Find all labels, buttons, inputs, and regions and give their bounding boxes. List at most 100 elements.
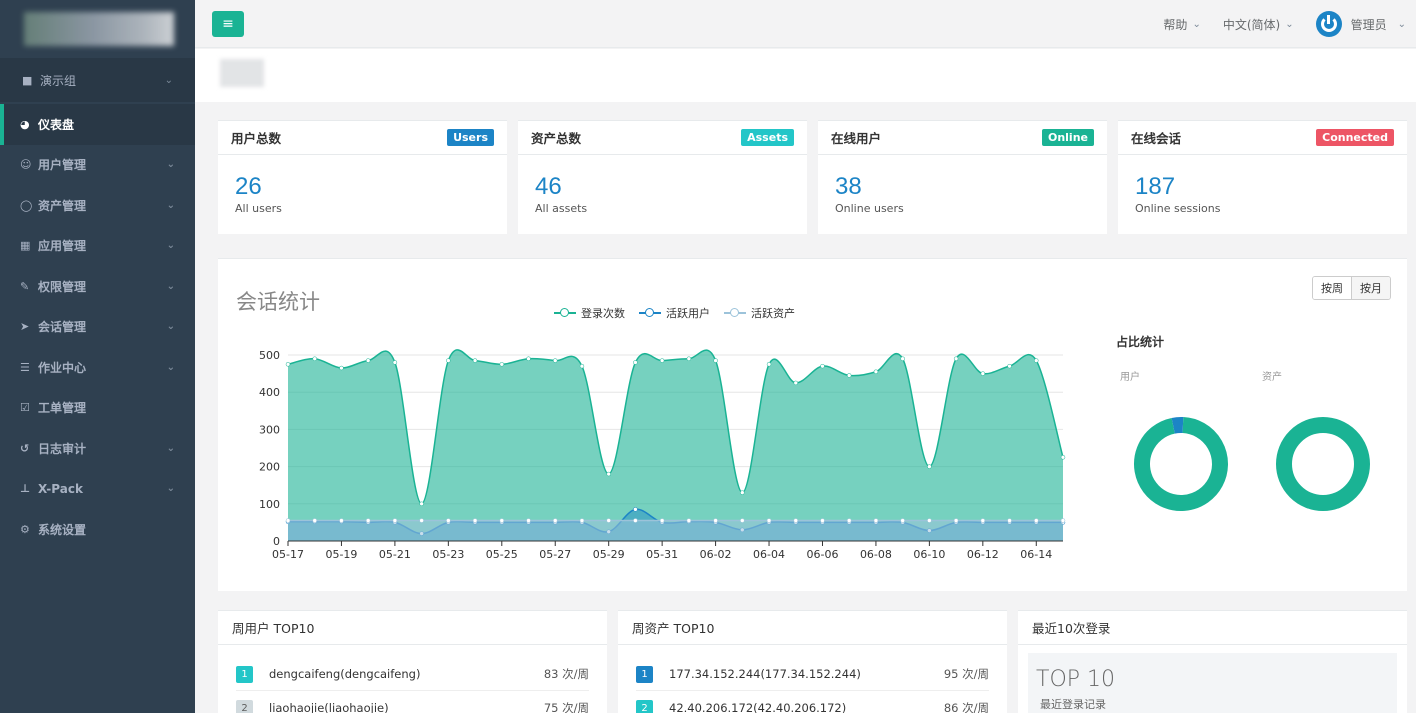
- data-point: [285, 362, 291, 367]
- data-point: [1007, 363, 1012, 369]
- sidebar-item-jobs[interactable]: ☰ 作业中心 ⌄: [0, 347, 195, 388]
- data-point: [633, 507, 638, 512]
- x-tick-label: 06-02: [700, 548, 732, 561]
- x-tick-label: 06-12: [967, 548, 999, 561]
- status-badge: Connected: [1316, 129, 1394, 146]
- sidebar-item-users[interactable]: ☺ 用户管理 ⌄: [0, 145, 195, 186]
- data-point: [873, 369, 879, 374]
- data-point: [846, 373, 852, 378]
- data-point: [713, 358, 718, 363]
- chevron-down-icon: ⌄: [166, 321, 175, 333]
- help-dropdown[interactable]: 帮助 ⌄: [1163, 16, 1200, 33]
- data-point: [659, 358, 665, 363]
- list-item[interactable]: 1 177.34.152.244(177.34.152.244) 95 次/周: [636, 658, 989, 691]
- chevron-down-icon: ⌄: [166, 240, 175, 252]
- stat-title: 在线会话: [1131, 131, 1182, 146]
- menu-toggle-button[interactable]: ≡: [212, 11, 244, 37]
- chevron-down-icon: ⌄: [166, 159, 175, 171]
- sidebar-item-applications[interactable]: ▦ 应用管理 ⌄: [0, 226, 195, 267]
- topbar: ≡ 帮助 ⌄ 中文(简体) ⌄ 管理员 ⌄: [195, 0, 1416, 48]
- item-count: 75 次/周: [543, 701, 589, 713]
- sidebar-item-dashboard[interactable]: ◕ 仪表盘: [0, 104, 195, 145]
- status-badge: Users: [447, 129, 494, 146]
- chevron-down-icon: ⌄: [1285, 18, 1294, 30]
- username-label: 管理员: [1350, 17, 1387, 32]
- data-point: [633, 518, 638, 523]
- sitemap-icon: ⊥: [20, 482, 31, 496]
- data-point: [606, 471, 611, 477]
- data-point: [365, 358, 371, 363]
- x-tick-label: 05-31: [646, 548, 678, 561]
- data-point: [526, 518, 531, 523]
- grid-icon: ▦: [20, 239, 31, 253]
- data-point: [606, 518, 611, 523]
- stat-card-online-sessions: 在线会话 Connected 187 Online sessions: [1118, 120, 1407, 234]
- rocket-icon: ➤: [20, 320, 30, 334]
- x-tick-label: 05-25: [486, 548, 518, 561]
- series-logins-area: [288, 349, 1063, 541]
- sidebar-item-sessions[interactable]: ➤ 会话管理 ⌄: [0, 307, 195, 348]
- data-point: [1034, 358, 1039, 363]
- sidebar-group-label: 演示组: [40, 73, 77, 88]
- rank-badge: 1: [636, 665, 653, 683]
- data-point: [820, 363, 825, 369]
- toggle-week-button[interactable]: 按周: [1313, 277, 1351, 299]
- check-square-icon: ☑: [20, 401, 30, 415]
- stat-subtitle: All users: [235, 202, 282, 215]
- list-item[interactable]: 2 42.40.206.172(42.40.206.172) 86 次/周: [636, 692, 989, 713]
- x-tick-label: 05-19: [325, 548, 357, 561]
- y-tick-label: 0: [273, 535, 280, 548]
- item-count: 83 次/周: [543, 667, 589, 681]
- list-item[interactable]: 2 liaohaojie(liaohaojie) 75 次/周: [236, 692, 589, 713]
- x-tick-label: 05-17: [272, 548, 304, 561]
- data-point: [312, 356, 317, 361]
- data-point: [900, 518, 905, 523]
- x-tick-label: 06-08: [860, 548, 892, 561]
- sidebar-item-label: 会话管理: [38, 320, 87, 335]
- stat-value: 187: [1135, 173, 1176, 200]
- user-dropdown[interactable]: 管理员 ⌄: [1315, 11, 1406, 37]
- stat-title: 在线用户: [831, 131, 882, 146]
- card-title: 最近10次登录: [1018, 611, 1407, 645]
- chevron-down-icon: ⌄: [166, 361, 175, 373]
- avatar-power-icon: [1315, 11, 1342, 37]
- x-tick-label: 05-27: [539, 548, 571, 561]
- stat-value: 38: [835, 173, 862, 200]
- card-title: 周用户 TOP10: [218, 611, 607, 645]
- sidebar-item-label: 日志审计: [38, 441, 87, 456]
- topbar-right: 帮助 ⌄ 中文(简体) ⌄ 管理员 ⌄: [1163, 0, 1406, 48]
- x-tick-label: 05-29: [593, 548, 625, 561]
- x-tick-label: 06-06: [806, 548, 838, 561]
- list-item[interactable]: 1 dengcaifeng(dengcaifeng) 83 次/周: [236, 658, 589, 691]
- stat-title: 资产总数: [531, 131, 582, 146]
- top10-panel: TOP 10 最近登录记录: [1028, 653, 1397, 713]
- data-point: [740, 518, 745, 523]
- data-point: [472, 358, 478, 363]
- donut-users-slice: [1134, 417, 1228, 511]
- sidebar-item-audit[interactable]: ↺ 日志审计 ⌄: [0, 428, 195, 469]
- x-tick-label: 06-10: [913, 548, 945, 561]
- session-stats-card: 会话统计 登录次数 活跃用户 活跃资产 按周 按月 0 100 200 300 400 5…: [218, 258, 1407, 591]
- sidebar-item-label: 工单管理: [38, 401, 87, 416]
- status-badge: Online: [1041, 129, 1094, 146]
- sidebar-item-permissions[interactable]: ✎ 权限管理 ⌄: [0, 266, 195, 307]
- toggle-month-button[interactable]: 按月: [1351, 277, 1390, 299]
- language-dropdown[interactable]: 中文(简体) ⌄: [1223, 16, 1294, 33]
- stat-card-assets: 资产总数 Assets 46 All assets: [518, 120, 807, 234]
- sidebar-item-label: 用户管理: [38, 158, 87, 173]
- y-tick-label: 400: [259, 386, 280, 399]
- chevron-down-icon: ⌄: [166, 199, 175, 211]
- data-point: [526, 356, 531, 361]
- sidebar-item-tickets[interactable]: ☑ 工单管理: [0, 388, 195, 429]
- item-name: 177.34.152.244(177.34.152.244): [669, 667, 861, 681]
- sidebar-item-xpack[interactable]: ⊥ X-Pack ⌄: [0, 469, 195, 510]
- sidebar-item-label: 应用管理: [38, 239, 87, 254]
- sidebar-group-selector[interactable]: ■ 演示组 ⌄: [0, 58, 195, 102]
- data-point: [365, 518, 371, 523]
- sidebar-item-settings[interactable]: ⚙ 系统设置: [0, 509, 195, 550]
- data-point: [633, 360, 638, 365]
- ratio-donut-charts: [1134, 417, 1370, 511]
- data-point: [419, 501, 424, 507]
- x-tick-label: 05-23: [432, 548, 464, 561]
- sidebar-item-assets[interactable]: ◯ 资产管理 ⌄: [0, 185, 195, 226]
